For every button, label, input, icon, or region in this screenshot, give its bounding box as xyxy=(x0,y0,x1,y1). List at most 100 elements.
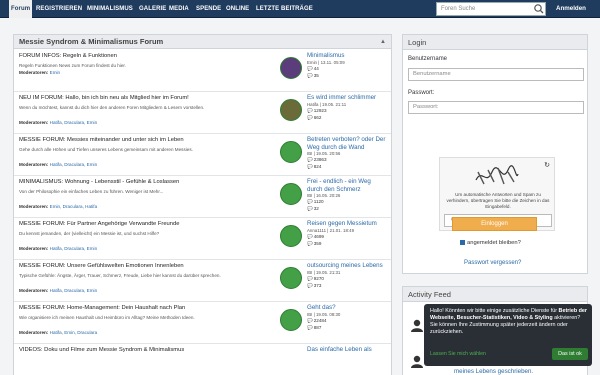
activity-link[interactable]: meines Lebens geschrieben. xyxy=(454,368,533,375)
stat-topics: 💬32 xyxy=(307,205,387,212)
nav-letzte-beitraege[interactable]: LETZTE BEITRÄGE xyxy=(256,0,313,18)
last-post-title[interactable]: Betreten verboten? oder Der Weg durch di… xyxy=(307,136,387,151)
forum-row-desc: Wie organisiere ich meinen Haushalt und … xyxy=(19,315,195,320)
login-title: Login xyxy=(403,35,587,50)
forum-row-title[interactable]: MINIMALISMUS: Wohnung - Lebensstil - Gef… xyxy=(19,179,179,185)
forum-row[interactable]: NEU IM FORUM: Hallo, bin ich bin neu als… xyxy=(14,92,391,134)
forum-row[interactable]: MESSIE FORUM: Home-Management: Dein Haus… xyxy=(14,302,391,344)
mods-list[interactable]: Hatifa, Draculara, Emin xyxy=(50,288,98,293)
stat-comments: 💬22484 xyxy=(307,317,387,324)
stay-logged-in[interactable]: angemeldet bleiben? xyxy=(460,240,521,246)
forum-row-title[interactable]: VIDEOS: Doku und Filme zum Messie Syndro… xyxy=(19,347,184,353)
forgot-password-link[interactable]: Passwort vergessen? xyxy=(464,260,521,266)
last-post-title[interactable]: Frei - endlich - ein Weg durch den Schme… xyxy=(307,178,387,193)
comments-icon: 💬 xyxy=(307,164,313,169)
mods-list[interactable]: Hatifa, Draculara, Emin xyxy=(50,162,98,167)
mods-list[interactable]: Hatifa, Draculara, Emin xyxy=(50,120,98,125)
stat-comments-count: 44 xyxy=(313,65,319,71)
avatar[interactable] xyxy=(280,141,302,163)
stat-topics: 💬359 xyxy=(307,240,387,247)
mods-label: Moderatoren: xyxy=(19,120,49,125)
last-post-title[interactable]: Geht das? xyxy=(307,304,387,312)
search-input[interactable]: Foren Suche xyxy=(436,2,546,16)
login-link[interactable]: Anmelden xyxy=(556,0,586,18)
stay-label: angemeldet bleiben? xyxy=(467,240,521,247)
cookie-decline-link[interactable]: Lassen Sie mich wählen xyxy=(430,351,486,357)
nav-minimalismus[interactable]: MINIMALISMUS xyxy=(87,0,133,18)
username-label: Benutzername xyxy=(408,56,448,62)
collapse-icon[interactable]: ▲ xyxy=(380,35,386,49)
last-post: Minimalismus Emin | 13.11. 05:09 💬44 💬35 xyxy=(307,52,387,79)
forum-row-title[interactable]: MESSIE FORUM: Für Partner Angehörige Ver… xyxy=(19,221,179,227)
last-post-title[interactable]: Das einfache Leben als xyxy=(307,346,387,354)
comment-icon: 💬 xyxy=(307,275,313,281)
stat-comments: 💬9270 xyxy=(307,275,387,282)
mods-list[interactable]: Hatifa, Draculara, Emin xyxy=(50,246,98,251)
avatar[interactable] xyxy=(280,309,302,331)
last-post-title[interactable]: Reisen gegen Messietum xyxy=(307,220,387,228)
avatar[interactable] xyxy=(280,183,302,205)
cookie-text-a: Hallo! Könnten wir bitte einige zusätzli… xyxy=(430,308,558,314)
forum-row[interactable]: VIDEOS: Doku und Filme zum Messie Syndro… xyxy=(14,344,391,375)
nav-registrieren[interactable]: REGISTRIEREN xyxy=(36,0,82,18)
last-post-title[interactable]: Es wird immer schlimmer xyxy=(307,94,387,102)
last-post-title[interactable]: Minimalismus xyxy=(307,52,387,60)
forum-panel: Messie Syndrom & Minimalismus Forum ▲ FO… xyxy=(13,34,392,375)
forum-row-mods: Moderatoren: Emin, Draculara, Hatifa xyxy=(19,204,97,209)
stat-topics: 💬824 xyxy=(307,163,387,170)
forum-row-desc: Von der Philosophie ein einfaches Leben … xyxy=(19,189,164,194)
forum-row-title[interactable]: MESSIE FORUM: Home-Management: Dein Haus… xyxy=(19,305,185,311)
avatar[interactable] xyxy=(280,57,302,79)
forum-row-title[interactable]: MESSIE FORUM: Unsere Gefühlswelten Emoti… xyxy=(19,263,184,269)
mods-list[interactable]: Emin, Draculara, Hatifa xyxy=(50,204,98,209)
forum-row-desc: Typische Gefühle: Ängste, Ärger, Trauer,… xyxy=(19,273,221,278)
cookie-accept-button[interactable]: Das ist ok xyxy=(552,348,588,360)
login-button[interactable]: Einloggen xyxy=(452,217,537,231)
avatar[interactable] xyxy=(280,99,302,121)
mods-list[interactable]: Emin xyxy=(50,70,60,75)
nav-galerie[interactable]: GALERIE xyxy=(139,0,166,18)
nav-forum[interactable]: Forum xyxy=(9,0,33,18)
forum-row-mods: Moderatoren: Hatifa, Draculara, Emin xyxy=(19,162,97,167)
forum-row[interactable]: MESSIE FORUM: Messies miteinander und un… xyxy=(14,134,391,176)
avatar[interactable] xyxy=(280,267,302,289)
user-icon xyxy=(411,355,423,368)
nav-spende[interactable]: SPENDE xyxy=(196,0,221,18)
last-post: Das einfache Leben als xyxy=(307,346,387,354)
comment-icon: 💬 xyxy=(307,199,313,204)
nav-media[interactable]: MEDIA xyxy=(169,0,189,18)
search-icon[interactable] xyxy=(532,2,546,16)
nav-online[interactable]: ONLINE xyxy=(226,0,249,18)
comment-icon: 💬 xyxy=(307,157,313,162)
mods-list[interactable]: Hatifa, Emin, Draculara xyxy=(50,330,98,335)
comments-icon: 💬 xyxy=(307,114,313,120)
forum-row-title[interactable]: NEU IM FORUM: Hallo, bin ich bin neu als… xyxy=(19,95,189,101)
mods-label: Moderatoren: xyxy=(19,70,49,75)
comments-icon: 💬 xyxy=(307,240,313,246)
forum-row-desc: Regeln Funktionen News zum Forum findest… xyxy=(19,63,126,68)
stat-topics: 💬373 xyxy=(307,282,387,289)
cookie-banner: Hallo! Könnten wir bitte einige zusätzli… xyxy=(424,304,592,366)
last-post-title[interactable]: outsourcing meines Lebens xyxy=(307,262,387,270)
forum-row-title[interactable]: MESSIE FORUM: Messies miteinander und un… xyxy=(19,137,184,143)
forum-title: Messie Syndrom & Minimalismus Forum xyxy=(19,37,164,46)
forum-row[interactable]: MESSIE FORUM: Für Partner Angehörige Ver… xyxy=(14,218,391,260)
forum-row-title[interactable]: FORUM INFOS: Regeln & Funktionen xyxy=(19,53,117,59)
password-input[interactable]: Passwort: xyxy=(408,101,584,114)
forum-row[interactable]: FORUM INFOS: Regeln & Funktionen Regeln F… xyxy=(14,50,391,92)
cookie-text: Hallo! Könnten wir bitte einige zusätzli… xyxy=(430,308,588,336)
username-input[interactable]: Benutzername xyxy=(408,68,584,81)
last-post: Es wird immer schlimmer Hatifa | 19.05. 2… xyxy=(307,94,387,121)
forum-row[interactable]: MINIMALISMUS: Wohnung - Lebensstil - Gef… xyxy=(14,176,391,218)
avatar[interactable] xyxy=(280,225,302,247)
comments-icon: 💬 xyxy=(307,72,313,78)
forum-row-mods: Moderatoren: Hatifa, Draculara, Emin xyxy=(19,246,97,251)
stat-comments-count: 22484 xyxy=(313,317,327,323)
comments-icon: 💬 xyxy=(307,282,313,288)
comment-icon: 💬 xyxy=(307,65,313,71)
checkbox-icon[interactable] xyxy=(460,240,465,245)
stat-comments: 💬4699 xyxy=(307,233,387,240)
refresh-icon[interactable]: ↻ xyxy=(544,161,550,169)
forum-row[interactable]: MESSIE FORUM: Unsere Gefühlswelten Emoti… xyxy=(14,260,391,302)
mods-label: Moderatoren: xyxy=(19,204,49,209)
